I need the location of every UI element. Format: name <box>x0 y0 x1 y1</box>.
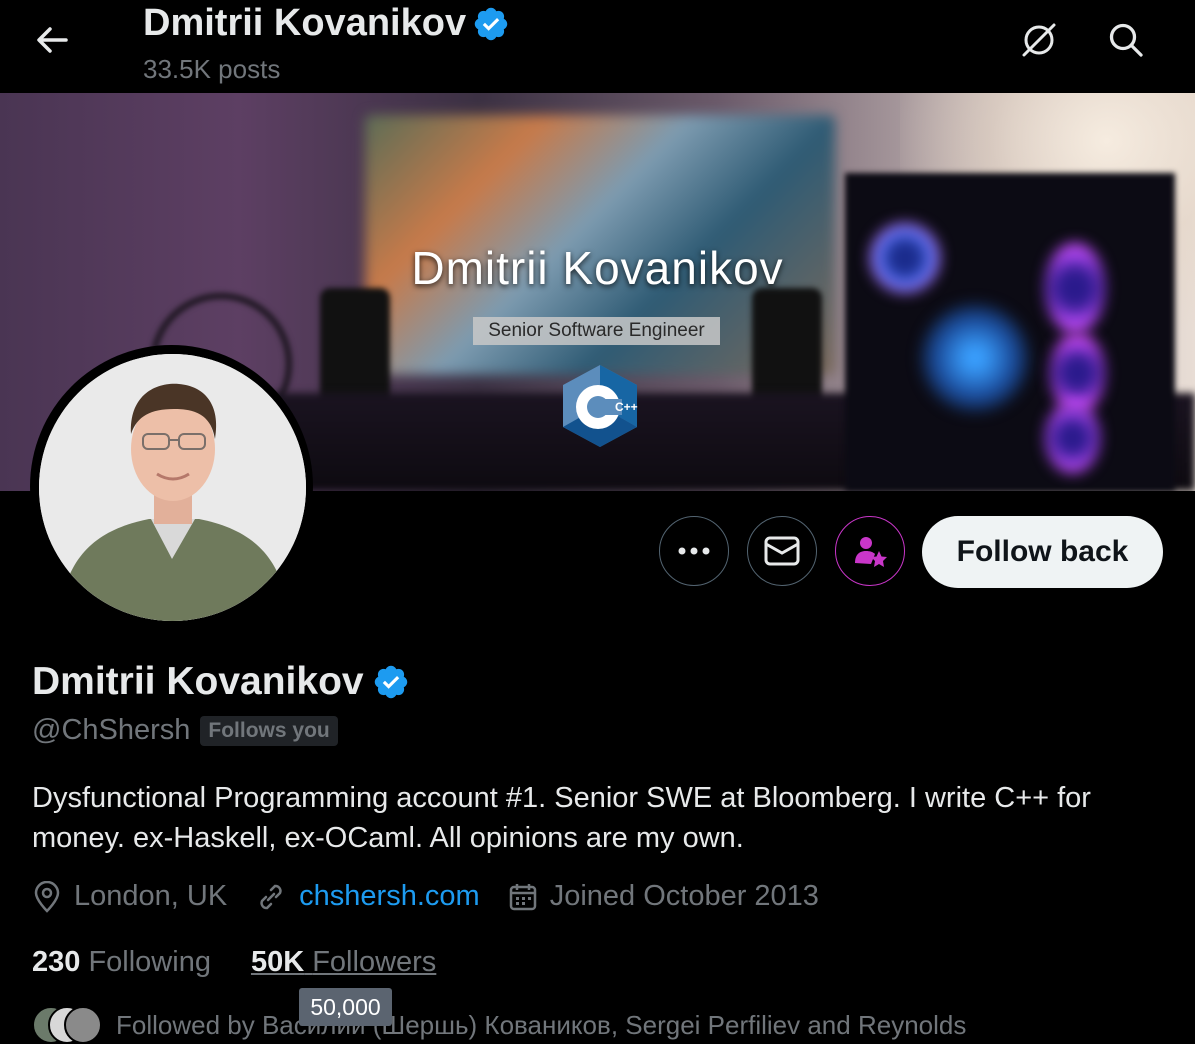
back-button[interactable] <box>26 16 78 64</box>
followers-link[interactable]: 50K Followers <box>251 946 436 979</box>
followed-by-row[interactable]: Followed by Василий (Шершь) Коваников, S… <box>32 1006 966 1044</box>
joined-item: Joined October 2013 <box>508 880 819 913</box>
banner-name: Dmitrii Kovanikov <box>411 242 784 294</box>
follow-counts: 230 Following 50K Followers <box>32 946 436 979</box>
calendar-icon <box>509 883 536 910</box>
display-name: Dmitrii Kovanikov <box>32 660 410 704</box>
avatar-portrait <box>39 354 306 621</box>
display-name-text: Dmitrii Kovanikov <box>32 660 364 703</box>
followed-by-text: Followed by Василий (Шершь) Коваников, S… <box>116 1009 967 1040</box>
avatar <box>64 1006 102 1044</box>
search-icon <box>1109 23 1143 57</box>
following-label: Following <box>88 946 211 978</box>
more-options-button[interactable] <box>659 516 729 586</box>
handle: @ChShersh <box>32 714 191 746</box>
avatar[interactable] <box>39 354 306 621</box>
location-pin-icon <box>34 880 60 913</box>
followers-count: 50K <box>250 946 305 978</box>
mail-icon <box>764 536 800 566</box>
cpp-logo-text: C++ <box>615 400 638 414</box>
header-title-text: Dmitrii Kovanikov <box>143 2 467 44</box>
location-text: London, UK <box>74 880 228 912</box>
bio: Dysfunctional Programming account #1. Se… <box>32 782 1091 854</box>
search-button[interactable] <box>1102 16 1150 64</box>
verified-badge-icon <box>474 7 508 40</box>
message-button[interactable] <box>747 516 817 586</box>
arrow-left-icon <box>37 27 68 53</box>
banner-gpu-light <box>920 303 1030 413</box>
joined-text: Joined October 2013 <box>549 880 819 912</box>
header-post-count: 33.5K posts <box>143 54 281 84</box>
location-item: London, UK <box>32 880 227 913</box>
website-item: chshersh.com <box>255 880 480 913</box>
website-link[interactable]: chshersh.com <box>299 880 480 913</box>
profile-meta: London, UK chshersh.com Joined October 2… <box>32 880 847 913</box>
followers-label: Followers <box>312 946 437 978</box>
banner-role: Senior Software Engineer <box>473 317 720 345</box>
banner-fan <box>1050 333 1105 413</box>
banner-fan <box>1045 403 1100 473</box>
follow-back-button[interactable]: Follow back <box>922 516 1163 588</box>
link-icon <box>260 884 282 909</box>
following-count: 230 <box>32 946 81 978</box>
top-bar: Dmitrii Kovanikov 33.5K posts <box>0 0 1195 93</box>
follows-you-badge: Follows you <box>200 715 338 746</box>
subscribe-button[interactable] <box>835 516 905 586</box>
grok-button[interactable] <box>1015 16 1063 64</box>
slash-circle-icon <box>1022 23 1056 57</box>
followers-tooltip: 50,000 <box>299 988 392 1026</box>
cpp-logo-icon: C++ <box>563 365 638 447</box>
followed-by-avatars <box>32 1006 102 1044</box>
more-horizontal-icon <box>678 547 710 555</box>
handle-row: @ChShersh Follows you <box>32 714 338 747</box>
person-star-icon <box>855 537 887 567</box>
header-title: Dmitrii Kovanikov <box>143 2 510 45</box>
following-link[interactable]: 230 Following <box>32 946 211 979</box>
verified-badge-icon[interactable] <box>372 663 410 701</box>
